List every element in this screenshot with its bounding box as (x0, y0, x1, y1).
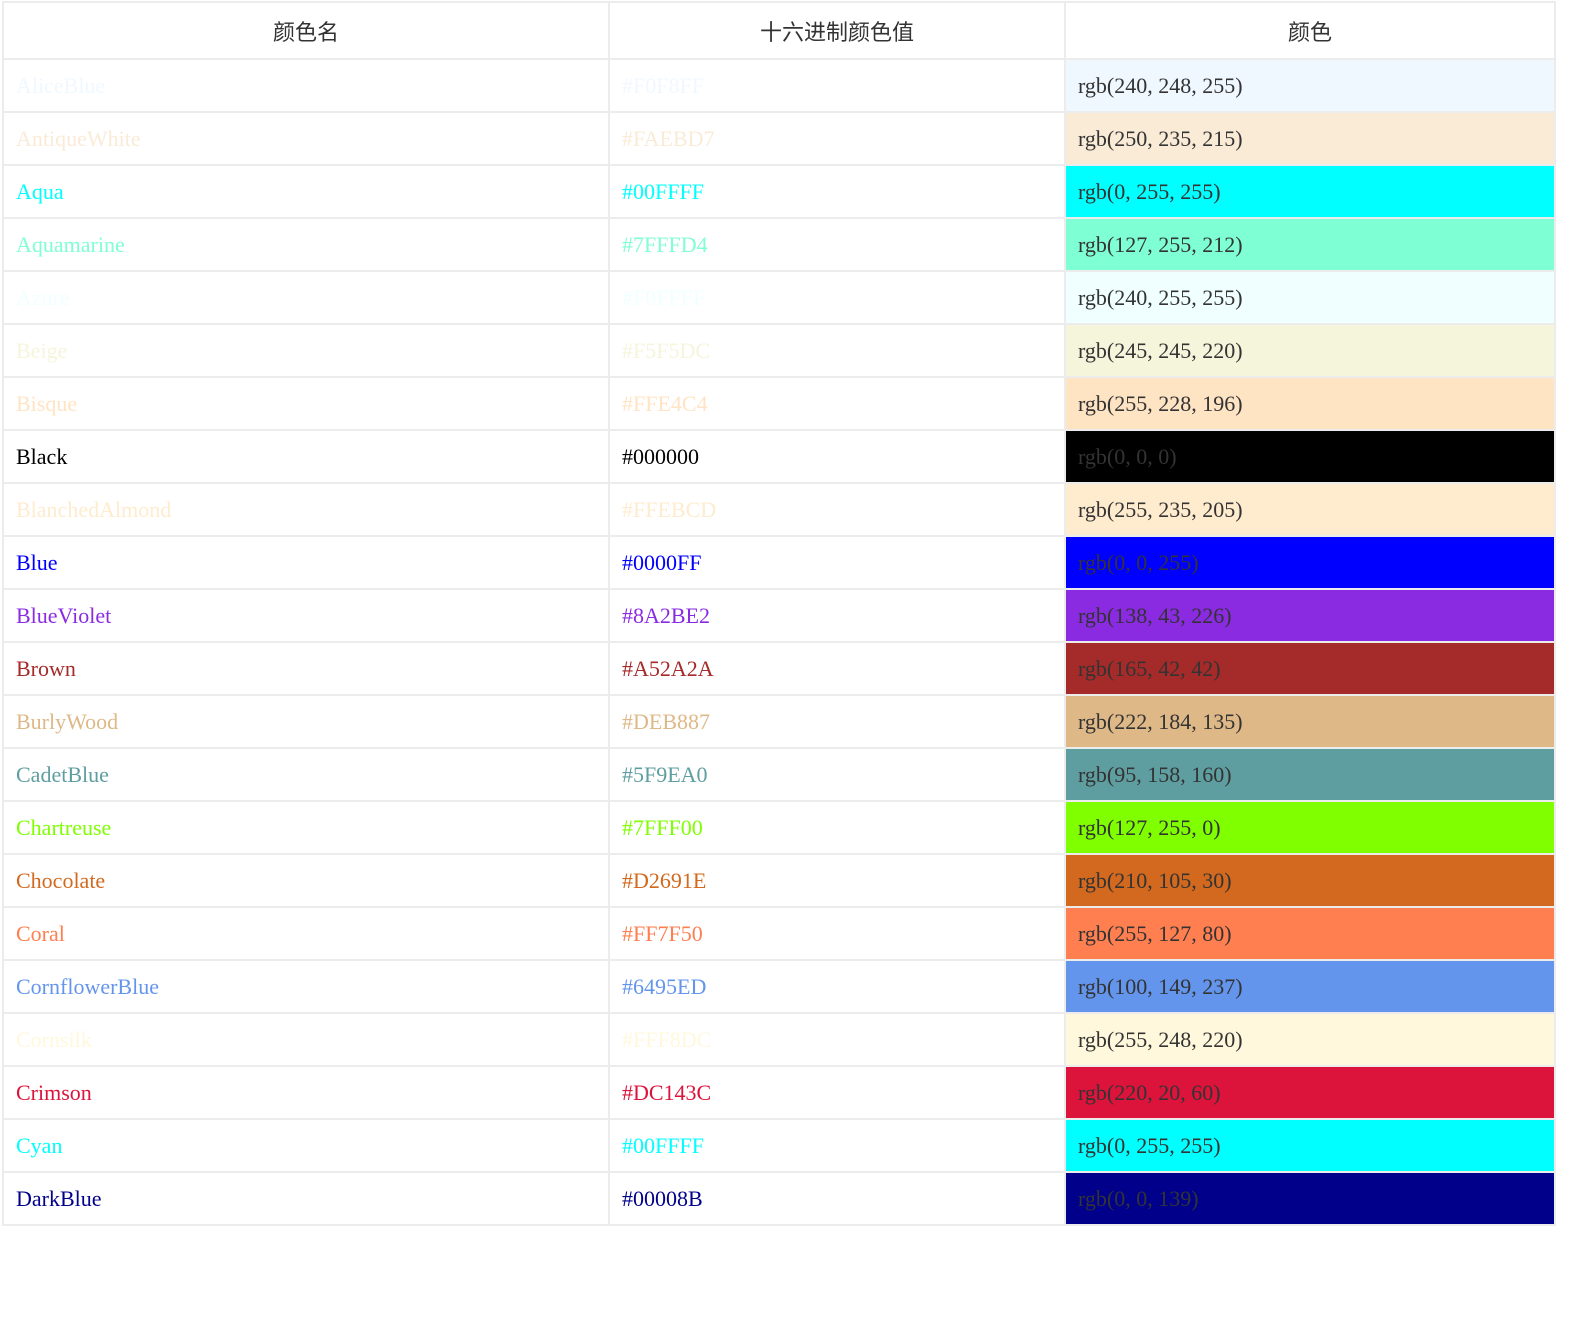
color-swatch-cell: rgb(210, 105, 30) (1064, 853, 1556, 908)
hex-value-cell: #7FFFD4 (608, 217, 1066, 272)
hex-value-cell: #0000FF (608, 535, 1066, 590)
hex-value-cell: #DC143C (608, 1065, 1066, 1120)
color-name-cell: AliceBlue (2, 58, 610, 113)
hex-value-cell: #F0FFFF (608, 270, 1066, 325)
hex-value-cell: #A52A2A (608, 641, 1066, 696)
color-name-cell: BurlyWood (2, 694, 610, 749)
color-name-cell: Beige (2, 323, 610, 378)
color-name-cell: Blue (2, 535, 610, 590)
table-row: BurlyWood #DEB887 rgb(222, 184, 135) (2, 694, 1556, 749)
hex-value-cell: #000000 (608, 429, 1066, 484)
color-swatch-cell: rgb(240, 248, 255) (1064, 58, 1556, 113)
color-name-cell: AntiqueWhite (2, 111, 610, 166)
color-swatch-cell: rgb(127, 255, 0) (1064, 800, 1556, 855)
table-row: Aqua #00FFFF rgb(0, 255, 255) (2, 164, 1556, 219)
table-header-row: 颜色名 十六进制颜色值 颜色 (2, 1, 1556, 60)
color-swatch-cell: rgb(240, 255, 255) (1064, 270, 1556, 325)
color-name-cell: Bisque (2, 376, 610, 431)
table-row: Cyan #00FFFF rgb(0, 255, 255) (2, 1118, 1556, 1173)
hex-value-cell: #DEB887 (608, 694, 1066, 749)
hex-value-cell: #FFF8DC (608, 1012, 1066, 1067)
hex-value-cell: #FFE4C4 (608, 376, 1066, 431)
color-swatch-cell: rgb(255, 127, 80) (1064, 906, 1556, 961)
color-name-cell: BlueViolet (2, 588, 610, 643)
color-name-cell: Crimson (2, 1065, 610, 1120)
color-swatch-cell: rgb(127, 255, 212) (1064, 217, 1556, 272)
table-row: Chocolate #D2691E rgb(210, 105, 30) (2, 853, 1556, 908)
table-row: Chartreuse #7FFF00 rgb(127, 255, 0) (2, 800, 1556, 855)
table-row: Crimson #DC143C rgb(220, 20, 60) (2, 1065, 1556, 1120)
hex-value-cell: #FF7F50 (608, 906, 1066, 961)
color-name-cell: Chocolate (2, 853, 610, 908)
table-row: Blue #0000FF rgb(0, 0, 255) (2, 535, 1556, 590)
table-row: CornflowerBlue #6495ED rgb(100, 149, 237… (2, 959, 1556, 1014)
color-name-cell: Chartreuse (2, 800, 610, 855)
color-name-cell: CadetBlue (2, 747, 610, 802)
table-row: Brown #A52A2A rgb(165, 42, 42) (2, 641, 1556, 696)
table-row: Black #000000 rgb(0, 0, 0) (2, 429, 1556, 484)
color-name-cell: Cornsilk (2, 1012, 610, 1067)
table-row: Coral #FF7F50 rgb(255, 127, 80) (2, 906, 1556, 961)
table-row: CadetBlue #5F9EA0 rgb(95, 158, 160) (2, 747, 1556, 802)
color-swatch-cell: rgb(255, 235, 205) (1064, 482, 1556, 537)
column-header-color: 颜色 (1064, 1, 1556, 60)
color-swatch-cell: rgb(245, 245, 220) (1064, 323, 1556, 378)
hex-value-cell: #6495ED (608, 959, 1066, 1014)
color-swatch-cell: rgb(95, 158, 160) (1064, 747, 1556, 802)
hex-value-cell: #F0F8FF (608, 58, 1066, 113)
color-swatch-cell: rgb(220, 20, 60) (1064, 1065, 1556, 1120)
color-name-cell: Black (2, 429, 610, 484)
column-header-color-name: 颜色名 (2, 1, 610, 60)
table-row: BlanchedAlmond #FFEBCD rgb(255, 235, 205… (2, 482, 1556, 537)
color-swatch-cell: rgb(255, 228, 196) (1064, 376, 1556, 431)
color-name-cell: Aqua (2, 164, 610, 219)
color-name-cell: Brown (2, 641, 610, 696)
hex-value-cell: #00FFFF (608, 164, 1066, 219)
hex-value-cell: #5F9EA0 (608, 747, 1066, 802)
color-swatch-cell: rgb(0, 255, 255) (1064, 164, 1556, 219)
table-row: BlueViolet #8A2BE2 rgb(138, 43, 226) (2, 588, 1556, 643)
table-row: DarkBlue #00008B rgb(0, 0, 139) (2, 1171, 1556, 1226)
table-row: AntiqueWhite #FAEBD7 rgb(250, 235, 215) (2, 111, 1556, 166)
color-name-cell: Aquamarine (2, 217, 610, 272)
color-swatch-cell: rgb(0, 0, 255) (1064, 535, 1556, 590)
table-row: Cornsilk #FFF8DC rgb(255, 248, 220) (2, 1012, 1556, 1067)
hex-value-cell: #F5F5DC (608, 323, 1066, 378)
color-name-cell: Coral (2, 906, 610, 961)
color-swatch-cell: rgb(165, 42, 42) (1064, 641, 1556, 696)
table-row: Beige #F5F5DC rgb(245, 245, 220) (2, 323, 1556, 378)
table-row: Aquamarine #7FFFD4 rgb(127, 255, 212) (2, 217, 1556, 272)
color-table: 颜色名 十六进制颜色值 颜色 AliceBlue #F0F8FF rgb(240… (2, 1, 1556, 1226)
hex-value-cell: #FAEBD7 (608, 111, 1066, 166)
color-swatch-cell: rgb(255, 248, 220) (1064, 1012, 1556, 1067)
color-swatch-cell: rgb(100, 149, 237) (1064, 959, 1556, 1014)
color-swatch-cell: rgb(222, 184, 135) (1064, 694, 1556, 749)
hex-value-cell: #00008B (608, 1171, 1066, 1226)
color-swatch-cell: rgb(250, 235, 215) (1064, 111, 1556, 166)
hex-value-cell: #00FFFF (608, 1118, 1066, 1173)
table-row: AliceBlue #F0F8FF rgb(240, 248, 255) (2, 58, 1556, 113)
color-swatch-cell: rgb(0, 255, 255) (1064, 1118, 1556, 1173)
color-swatch-cell: rgb(0, 0, 139) (1064, 1171, 1556, 1226)
hex-value-cell: #D2691E (608, 853, 1066, 908)
color-name-cell: BlanchedAlmond (2, 482, 610, 537)
table-row: Azure #F0FFFF rgb(240, 255, 255) (2, 270, 1556, 325)
hex-value-cell: #7FFF00 (608, 800, 1066, 855)
table-row: Bisque #FFE4C4 rgb(255, 228, 196) (2, 376, 1556, 431)
color-swatch-cell: rgb(138, 43, 226) (1064, 588, 1556, 643)
hex-value-cell: #FFEBCD (608, 482, 1066, 537)
hex-value-cell: #8A2BE2 (608, 588, 1066, 643)
column-header-hex-value: 十六进制颜色值 (608, 1, 1066, 60)
color-name-cell: Azure (2, 270, 610, 325)
color-name-cell: CornflowerBlue (2, 959, 610, 1014)
color-swatch-cell: rgb(0, 0, 0) (1064, 429, 1556, 484)
color-name-cell: Cyan (2, 1118, 610, 1173)
color-name-cell: DarkBlue (2, 1171, 610, 1226)
